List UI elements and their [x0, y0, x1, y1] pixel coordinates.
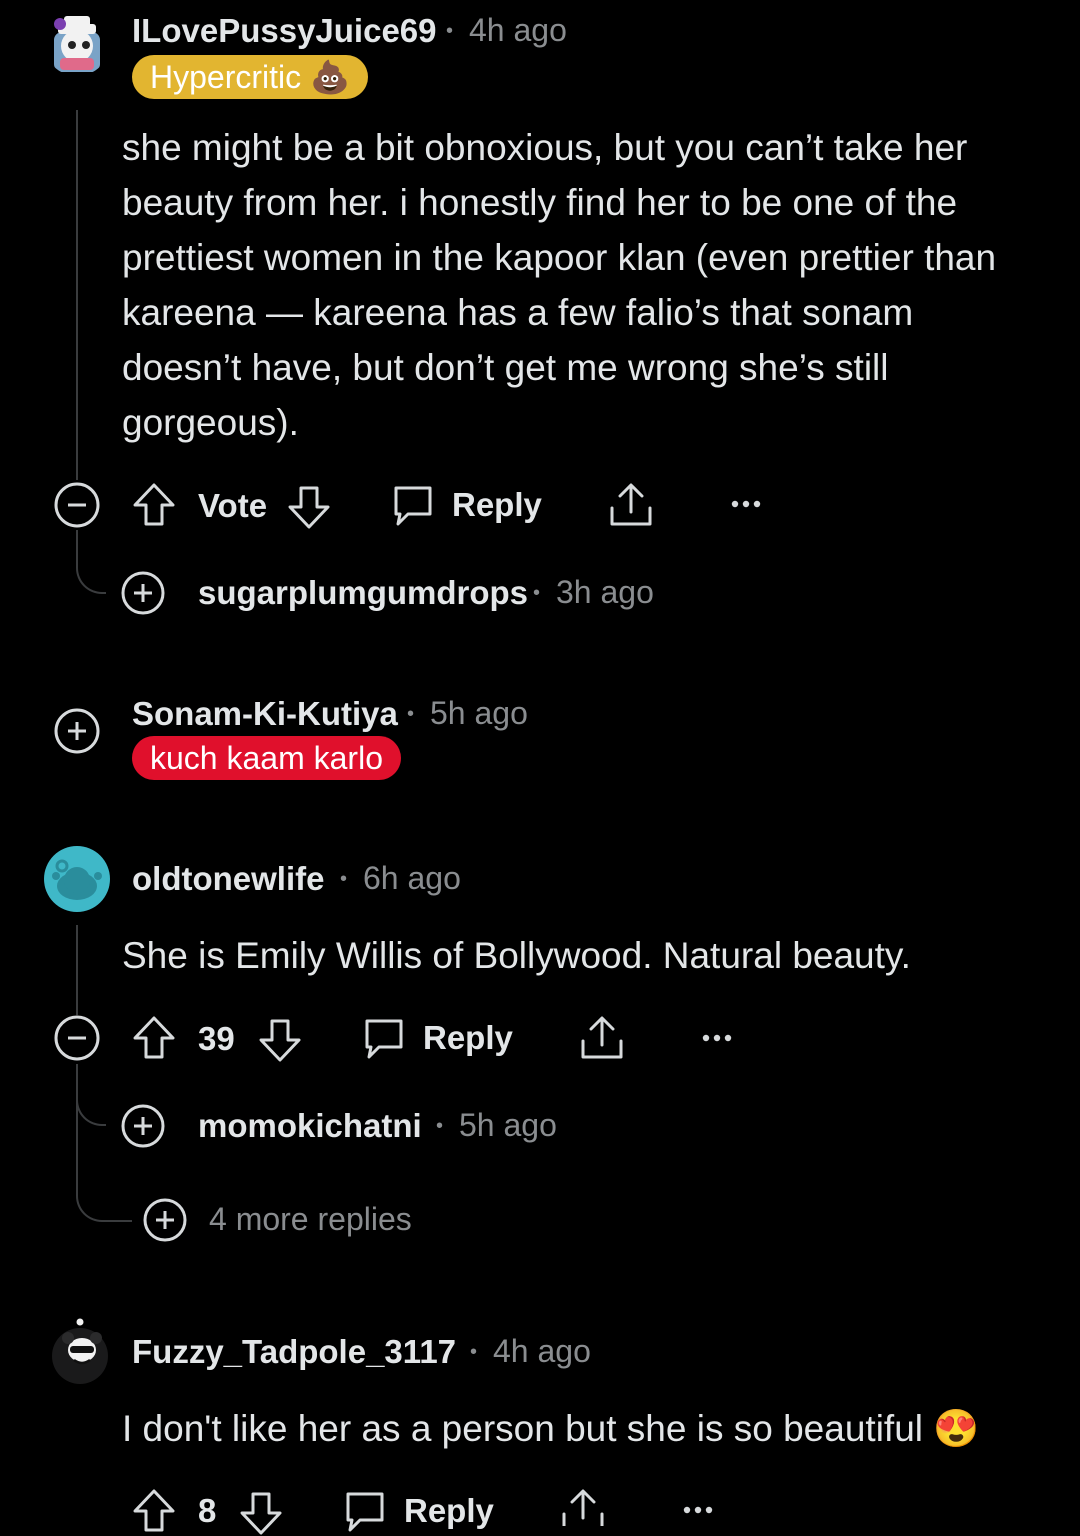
- ellipsis-icon: [683, 1506, 713, 1514]
- vote-count: Vote: [198, 487, 268, 524]
- comment-timestamp: 6h ago: [363, 860, 461, 896]
- ellipsis-icon: [731, 500, 761, 508]
- separator-dot: •: [446, 20, 454, 42]
- flair-emoji: 💩: [310, 59, 350, 95]
- user-avatar-icon: [52, 1318, 108, 1384]
- reply-label: Reply: [452, 486, 542, 523]
- minus-circle-icon: [54, 482, 100, 528]
- comment-username[interactable]: oldtonewlife: [132, 860, 325, 898]
- plus-circle-icon: [143, 1198, 187, 1242]
- collapse-button[interactable]: [54, 482, 100, 528]
- comment-username[interactable]: Sonam-Ki-Kutiya: [132, 695, 398, 733]
- vote-count: 8: [198, 1492, 217, 1529]
- upvote-arrow-icon: [133, 1489, 175, 1532]
- separator-dot: •: [470, 1341, 478, 1363]
- avatar[interactable]: [44, 846, 110, 912]
- vote-count: 39: [198, 1020, 235, 1057]
- flair-text: Hypercritic: [150, 59, 302, 95]
- snoo-avatar-icon: [52, 859, 102, 900]
- share-button[interactable]: [560, 1488, 606, 1526]
- reply-button[interactable]: Reply: [392, 484, 542, 530]
- share-icon: [581, 1016, 623, 1059]
- comment-body: She is Emily Willis of Bollywood. Natura…: [122, 935, 911, 976]
- separator-dot: •: [533, 582, 541, 604]
- more-options-button[interactable]: [730, 494, 762, 514]
- reply-username[interactable]: sugarplumgumdrops: [198, 574, 528, 612]
- upvote-button[interactable]: [132, 482, 176, 528]
- plus-circle-icon: [121, 571, 165, 615]
- reply-button[interactable]: Reply: [344, 1490, 494, 1532]
- downvote-arrow-icon: [240, 1492, 282, 1535]
- user-flair: kuch kaam karlo: [132, 736, 401, 780]
- plus-circle-icon: [54, 708, 100, 754]
- reply-timestamp: 3h ago: [556, 574, 654, 610]
- comment-username[interactable]: ILovePussyJuice69: [132, 12, 437, 50]
- comment-body: she might be a bit obnoxious, but you ca…: [122, 127, 997, 443]
- avatar[interactable]: [44, 10, 110, 76]
- more-replies-label: 4 more replies: [209, 1201, 412, 1237]
- reply-label: Reply: [404, 1492, 494, 1529]
- share-icon: [610, 483, 652, 526]
- heart-eyes-emoji: 😍: [933, 1408, 980, 1449]
- comment-timestamp: 4h ago: [493, 1333, 591, 1369]
- comment-text: I don't like her as a person but she is …: [122, 1408, 923, 1449]
- more-replies-button[interactable]: 4 more replies: [143, 1198, 443, 1244]
- share-icon: [562, 1489, 604, 1526]
- ellipsis-icon: [702, 1034, 732, 1042]
- downvote-arrow-icon: [259, 1019, 301, 1062]
- comment-timestamp: 4h ago: [469, 12, 567, 48]
- thread-line[interactable]: [76, 925, 78, 1015]
- thread-line[interactable]: [76, 110, 78, 480]
- minus-circle-icon: [54, 1015, 100, 1061]
- user-flair: Hypercritic 💩: [132, 55, 368, 99]
- separator-dot: •: [340, 868, 348, 890]
- collapse-button[interactable]: [54, 1015, 100, 1061]
- reply-label: Reply: [423, 1019, 513, 1056]
- separator-dot: •: [436, 1115, 444, 1137]
- upvote-arrow-icon: [133, 483, 175, 526]
- user-avatar-icon: [54, 16, 100, 72]
- reply-button[interactable]: Reply: [363, 1017, 513, 1063]
- expand-reply-button[interactable]: [121, 571, 165, 615]
- more-options-button[interactable]: [701, 1028, 733, 1048]
- comment-username[interactable]: Fuzzy_Tadpole_3117: [132, 1333, 456, 1371]
- downvote-arrow-icon: [288, 486, 330, 529]
- thread-curve: [76, 1124, 132, 1222]
- reply-timestamp: 5h ago: [459, 1107, 557, 1143]
- speech-bubble-icon: [365, 1019, 403, 1059]
- upvote-button[interactable]: [132, 1015, 176, 1061]
- avatar[interactable]: [46, 1316, 112, 1386]
- separator-dot: •: [407, 703, 415, 725]
- expand-comment-button[interactable]: [54, 708, 100, 754]
- speech-bubble-icon: [394, 486, 432, 526]
- reply-username[interactable]: momokichatni: [198, 1107, 422, 1145]
- speech-bubble-icon: [346, 1492, 384, 1532]
- comment-body: I don't like her as a person but she is …: [122, 1401, 1062, 1456]
- upvote-arrow-icon: [133, 1016, 175, 1059]
- comment-timestamp: 5h ago: [430, 695, 528, 731]
- share-button[interactable]: [579, 1015, 625, 1061]
- more-options-button[interactable]: [682, 1500, 714, 1520]
- share-button[interactable]: [608, 482, 654, 528]
- upvote-button[interactable]: [132, 1488, 176, 1534]
- downvote-button[interactable]: [239, 1490, 283, 1536]
- downvote-button[interactable]: [287, 484, 331, 530]
- thread-curve: [76, 530, 106, 594]
- downvote-button[interactable]: [258, 1017, 302, 1063]
- thread-curve: [76, 1064, 106, 1126]
